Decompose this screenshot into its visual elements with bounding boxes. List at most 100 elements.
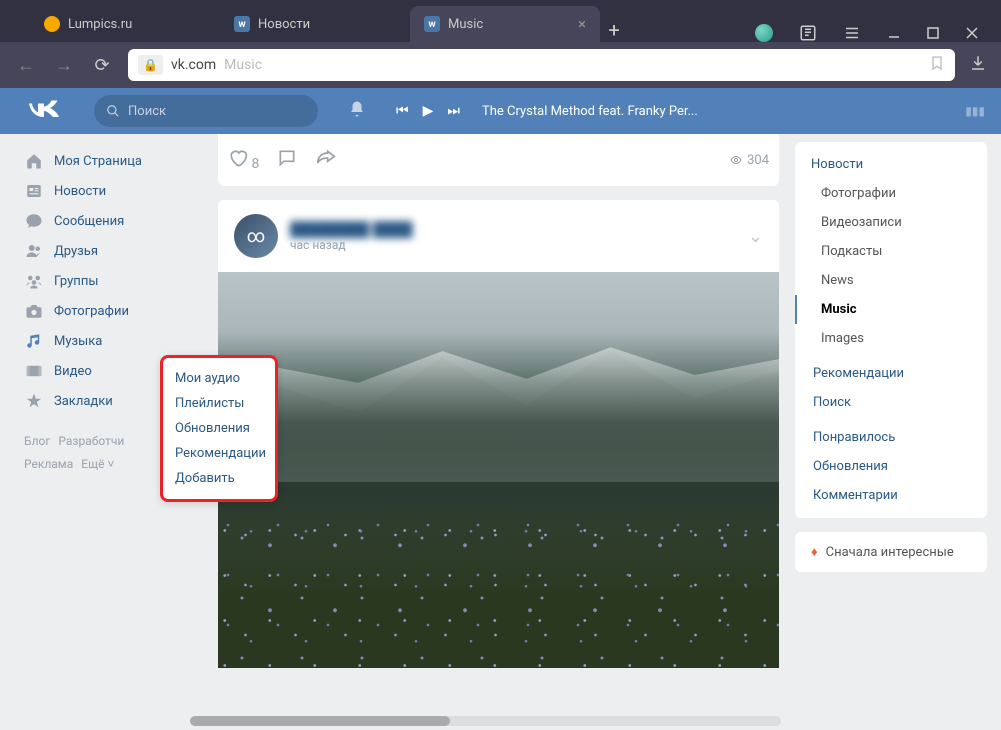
nav-my-page[interactable]: Моя Страница — [0, 146, 170, 176]
player-prev-icon[interactable]: ⏮ — [396, 103, 409, 119]
vk-logo[interactable] — [26, 100, 62, 122]
browser-tab-bar: Lumpics.ru w Новости w Music × + — [0, 0, 1001, 42]
like-button[interactable]: 8 — [228, 148, 259, 172]
news-filter-card: Новости Фотографии Видеозаписи Подкасты … — [795, 142, 987, 518]
window-close-icon[interactable] — [965, 26, 979, 40]
filter-news-en[interactable]: News — [795, 266, 987, 295]
home-icon — [24, 152, 44, 170]
new-tab-button[interactable]: + — [600, 18, 628, 42]
filter-updates[interactable]: Обновления — [795, 452, 987, 481]
camera-icon — [24, 302, 44, 320]
music-my-audio[interactable]: Мои аудио — [175, 366, 263, 391]
tab-label: Новости — [258, 17, 310, 32]
footer-blog[interactable]: Блог — [24, 434, 50, 448]
nav-video[interactable]: Видео — [0, 356, 170, 386]
tab-label: Lumpics.ru — [68, 17, 132, 32]
news-icon — [24, 182, 44, 200]
player-now-playing[interactable]: The Crystal Method feat. Franky Per... — [482, 104, 698, 119]
post-avatar[interactable] — [234, 214, 278, 258]
player-next-icon[interactable]: ⏭ — [447, 103, 460, 119]
friends-icon — [24, 242, 44, 260]
nav-news[interactable]: Новости — [0, 176, 170, 206]
scrollbar-thumb[interactable] — [190, 716, 450, 726]
browser-tab-active[interactable]: w Music × — [410, 6, 600, 42]
left-nav: Моя Страница Новости Сообщения Друзья Гр… — [0, 134, 170, 730]
share-button[interactable] — [315, 148, 337, 172]
favicon-vk: w — [424, 16, 440, 32]
post-more-icon[interactable]: ⌄ — [748, 226, 763, 247]
nav-forward-icon: → — [52, 55, 76, 76]
url-field[interactable]: 🔒 vk.com Music — [128, 49, 955, 81]
notifications-icon[interactable] — [348, 100, 366, 123]
bookmark-icon[interactable] — [929, 55, 945, 75]
filter-liked[interactable]: Понравилось — [795, 423, 987, 452]
comment-button[interactable] — [277, 148, 297, 172]
music-recommendations[interactable]: Рекомендации — [175, 441, 263, 466]
search-placeholder: Поиск — [128, 104, 166, 119]
url-host: vk.com — [171, 57, 216, 73]
views-count: 304 — [728, 153, 769, 168]
filter-music[interactable]: Music — [795, 295, 987, 324]
footer-links: Блог Разработчи Реклама Ещё ˅ — [0, 416, 170, 476]
filter-videos[interactable]: Видеозаписи — [795, 208, 987, 237]
filter-images[interactable]: Images — [795, 324, 987, 353]
prev-post-actions: 8 304 — [218, 134, 779, 186]
nav-reload-icon[interactable]: ⟳ — [90, 55, 114, 76]
horizontal-scrollbar[interactable] — [190, 716, 781, 726]
filter-podcasts[interactable]: Подкасты — [795, 237, 987, 266]
favicon-lumpics — [44, 16, 60, 32]
music-playlists[interactable]: Плейлисты — [175, 391, 263, 416]
nav-music[interactable]: Музыка — [0, 326, 170, 356]
vk-header: Поиск ⏮ ▶ ⏭ The Crystal Method feat. Fra… — [0, 88, 1001, 134]
footer-dev[interactable]: Разработчи — [58, 434, 124, 448]
nav-photos[interactable]: Фотографии — [0, 296, 170, 326]
browser-tab[interactable]: w Новости — [220, 6, 410, 42]
footer-ads[interactable]: Реклама — [24, 457, 73, 471]
window-minimize-icon[interactable] — [887, 26, 901, 40]
window-maximize-icon[interactable] — [927, 27, 939, 39]
nav-groups[interactable]: Группы — [0, 266, 170, 296]
menu-icon[interactable] — [843, 24, 861, 42]
video-icon — [24, 362, 44, 380]
filter-recommendations[interactable]: Рекомендации — [795, 359, 987, 388]
right-sidebar: Новости Фотографии Видеозаписи Подкасты … — [795, 134, 1001, 730]
nav-friends[interactable]: Друзья — [0, 236, 170, 266]
browser-tab[interactable]: Lumpics.ru — [30, 6, 220, 42]
tab-close-icon[interactable]: × — [578, 15, 586, 33]
music-submenu-popup: Мои аудио Плейлисты Обновления Рекоменда… — [160, 355, 278, 502]
header-user[interactable]: ▮▮▮ — [965, 104, 985, 118]
player-play-icon[interactable]: ▶ — [423, 103, 434, 119]
lock-icon: 🔒 — [138, 55, 163, 75]
nav-back-icon[interactable]: ← — [14, 55, 38, 76]
post-author[interactable]: ████████ ████ — [290, 221, 413, 238]
filter-search[interactable]: Поиск — [795, 388, 987, 417]
browser-address-bar: ← → ⟳ 🔒 vk.com Music — [0, 42, 1001, 88]
tab-label: Music — [448, 17, 483, 32]
filter-photos[interactable]: Фотографии — [795, 179, 987, 208]
browser-toolbar — [755, 24, 995, 42]
fire-icon: ♦ — [811, 544, 818, 560]
favicon-vk: w — [234, 16, 250, 32]
post-image[interactable] — [218, 272, 779, 668]
player-controls: ⏮ ▶ ⏭ — [396, 103, 460, 119]
search-icon — [106, 104, 120, 118]
profile-avatar-icon[interactable] — [755, 24, 773, 42]
nav-bookmarks[interactable]: Закладки — [0, 386, 170, 416]
sort-label: Сначала интересные — [826, 545, 954, 560]
footer-more[interactable]: Ещё ˅ — [81, 457, 114, 471]
sort-toggle[interactable]: ♦ Сначала интересные — [795, 532, 987, 572]
download-icon[interactable] — [969, 54, 987, 77]
post-card: ████████ ████ час назад ⌄ — [218, 200, 779, 668]
filter-news[interactable]: Новости — [795, 150, 987, 179]
groups-icon — [24, 272, 44, 290]
music-icon — [24, 332, 44, 350]
star-icon — [24, 392, 44, 410]
reader-icon[interactable] — [799, 24, 817, 42]
search-input[interactable]: Поиск — [94, 95, 318, 127]
filter-comments[interactable]: Комментарии — [795, 481, 987, 510]
message-icon — [24, 212, 44, 230]
music-add[interactable]: Добавить — [175, 466, 263, 491]
music-updates[interactable]: Обновления — [175, 416, 263, 441]
nav-messages[interactable]: Сообщения — [0, 206, 170, 236]
post-header: ████████ ████ час назад ⌄ — [218, 200, 779, 272]
